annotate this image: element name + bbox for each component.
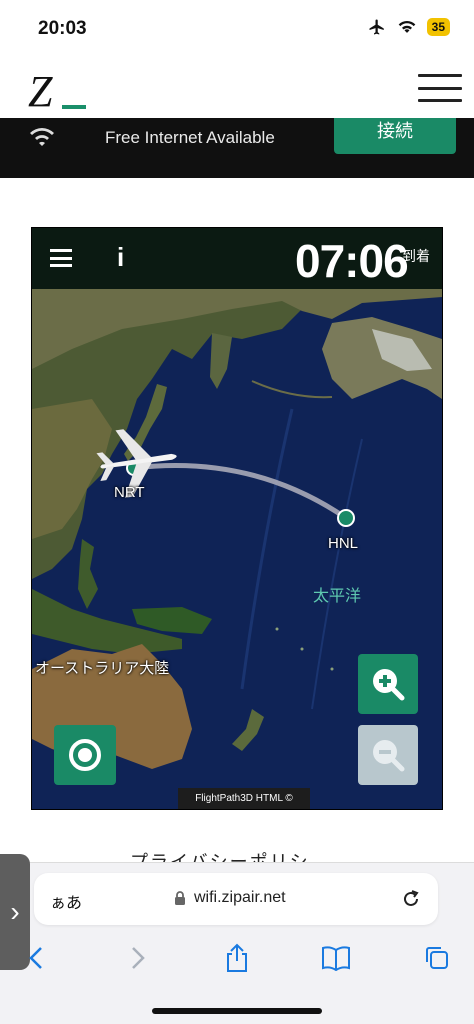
status-icons: 35 [367, 18, 450, 36]
tabs-icon [426, 947, 448, 969]
zoom-in-button[interactable] [358, 654, 418, 714]
map-menu-icon[interactable] [50, 249, 72, 267]
zoom-in-icon [373, 669, 405, 701]
flight-map[interactable]: i 07:06 到着 NRT HNL 太平洋 オーストラリア大陸 FlightP… [31, 227, 443, 810]
map-credit: FlightPath3D HTML © [178, 788, 310, 809]
center-icon [69, 739, 101, 771]
site-header: Z [0, 60, 474, 118]
arrival-time: 07:06 [295, 235, 409, 287]
pacific-islands [300, 647, 304, 651]
center-map-button[interactable] [54, 725, 116, 785]
forward-button[interactable] [120, 942, 156, 974]
wifi-icon [30, 128, 54, 146]
reload-icon[interactable] [400, 888, 422, 910]
tabs-button[interactable] [419, 942, 455, 974]
zoom-out-button[interactable] [358, 725, 418, 785]
pacific-islands [275, 627, 279, 631]
logo-underscore [62, 105, 86, 109]
connect-button[interactable]: 接続 [334, 118, 456, 154]
url-text: wifi.zipair.net [194, 889, 286, 906]
destination-label: HNL [328, 535, 359, 552]
forward-icon [132, 947, 145, 969]
share-button[interactable] [219, 942, 255, 974]
free-internet-text: Free Internet Available [105, 128, 275, 147]
status-bar: 20:03 35 [0, 0, 474, 60]
bookmarks-button[interactable] [318, 942, 354, 974]
pacific-islands [330, 667, 334, 671]
home-indicator [152, 1008, 322, 1014]
hamburger-icon[interactable] [418, 74, 462, 102]
zoom-out-icon [373, 740, 405, 772]
bookmarks-icon [322, 946, 350, 971]
internet-banner: Free Internet Available 接続 [0, 118, 474, 178]
reader-aa-button[interactable]: ぁあ [50, 889, 82, 913]
site-logo[interactable]: Z [28, 70, 52, 114]
lock-icon [175, 891, 185, 905]
ocean-label: 太平洋 [313, 588, 362, 605]
map-top-bar: i 07:06 到着 [32, 228, 442, 289]
back-button[interactable] [18, 942, 54, 974]
info-icon[interactable]: i [117, 242, 124, 273]
origin-label: NRT [114, 484, 145, 501]
continent-label: オーストラリア大陸 [35, 660, 170, 677]
address-bar[interactable]: ぁあ wifi.zipair.net [34, 873, 438, 925]
battery-indicator: 35 [426, 18, 450, 36]
wifi-status-icon [398, 20, 415, 33]
status-time: 20:03 [38, 18, 87, 39]
arrival-label: 到着 [402, 248, 430, 264]
back-icon [29, 947, 42, 969]
destination-marker[interactable] [337, 509, 355, 527]
share-icon [227, 943, 247, 972]
airplane-mode-icon [369, 19, 384, 35]
